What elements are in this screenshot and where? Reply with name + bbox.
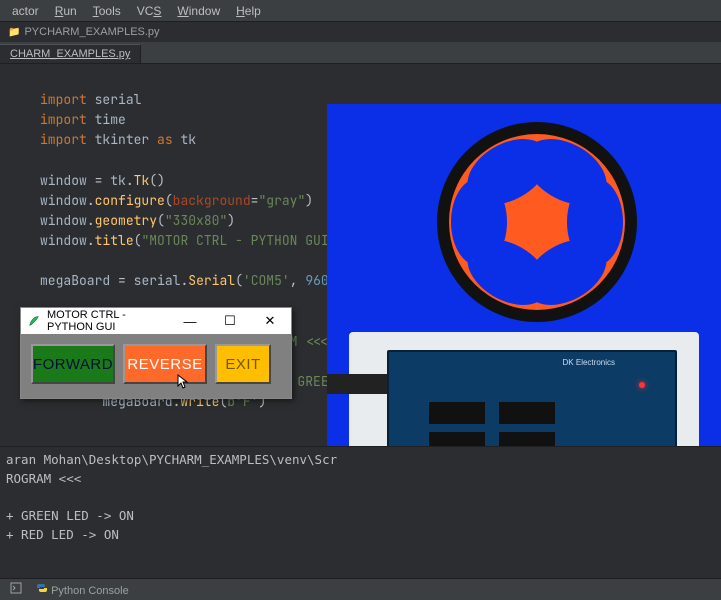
- tkinter-title: MOTOR CTRL - PYTHON GUI: [47, 309, 167, 333]
- breadcrumb: PYCHARM_EXAMPLES.py: [0, 22, 721, 42]
- board-label: DK Electronics: [563, 358, 615, 367]
- terminal-tool-icon[interactable]: [10, 582, 22, 597]
- tkinter-window: MOTOR CTRL - PYTHON GUI — ☐ ✕ FORWARD RE…: [20, 307, 292, 399]
- editor-tab-bar: CHARM_EXAMPLES.py: [0, 42, 721, 64]
- close-button[interactable]: ✕: [253, 313, 287, 329]
- red-led-icon: [639, 382, 645, 388]
- exit-button[interactable]: EXIT: [215, 344, 271, 384]
- menu-item-help[interactable]: Help: [230, 2, 267, 20]
- python-console-label: Python Console: [51, 585, 129, 597]
- menu-item-run[interactable]: Run: [49, 2, 83, 20]
- forward-button[interactable]: FORWARD: [31, 344, 115, 384]
- feather-icon: [27, 314, 41, 328]
- tkinter-body: FORWARD REVERSE EXIT: [21, 334, 291, 394]
- run-console[interactable]: aran Mohan\Desktop\PYCHARM_EXAMPLES\venv…: [0, 446, 721, 578]
- console-line: + GREEN LED -> ON: [6, 508, 134, 523]
- menu-item-window[interactable]: Window: [171, 2, 226, 20]
- tkinter-titlebar[interactable]: MOTOR CTRL - PYTHON GUI — ☐ ✕: [21, 308, 291, 334]
- menu-item-vcs[interactable]: VCS: [131, 2, 168, 20]
- menu-item-actor[interactable]: actor: [6, 2, 45, 20]
- console-line: + RED LED -> ON: [6, 527, 119, 542]
- status-bar: Python Console: [0, 578, 721, 600]
- reverse-button-label: REVERSE: [127, 356, 202, 373]
- menu-bar: actor Run Tools VCS Window Help: [0, 0, 721, 22]
- motor-wheel: [437, 122, 637, 322]
- reverse-button[interactable]: REVERSE: [123, 344, 207, 384]
- menu-item-tools[interactable]: Tools: [87, 2, 127, 20]
- console-line: aran Mohan\Desktop\PYCHARM_EXAMPLES\venv…: [6, 452, 337, 467]
- maximize-button[interactable]: ☐: [213, 313, 247, 329]
- usb-cable: [327, 374, 387, 394]
- console-line: ROGRAM <<<: [6, 471, 81, 486]
- breadcrumb-file[interactable]: PYCHARM_EXAMPLES.py: [8, 26, 160, 38]
- minimize-button[interactable]: —: [173, 314, 207, 329]
- editor-tab[interactable]: CHARM_EXAMPLES.py: [0, 44, 141, 63]
- python-console-tool[interactable]: Python Console: [36, 582, 129, 597]
- cursor-icon: [177, 374, 189, 390]
